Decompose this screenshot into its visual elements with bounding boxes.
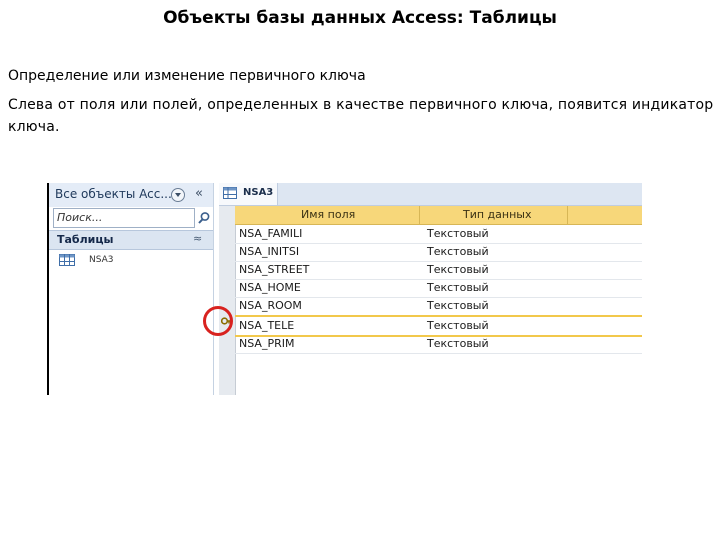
table-row[interactable]: NSA_ROOM Текстовый [235, 297, 642, 316]
field-name-cell[interactable]: NSA_INITSI [239, 245, 299, 258]
field-name-cell[interactable]: NSA_ROOM [239, 299, 302, 312]
table-icon [223, 187, 237, 199]
grid-header: Имя поля Тип данных [235, 206, 642, 225]
nav-item-nsa3[interactable]: NSA3 [59, 253, 209, 271]
table-row[interactable]: NSA_INITSI Текстовый [235, 243, 642, 262]
slide-title: Объекты базы данных Access: Таблицы [163, 8, 557, 28]
column-header-field-name[interactable]: Имя поля [301, 208, 355, 221]
data-type-cell[interactable]: Текстовый [427, 319, 489, 332]
access-screenshot: Все объекты Acc... « Поиск... Таблицы ≈ … [47, 183, 642, 395]
search-placeholder: Поиск... [57, 211, 103, 224]
table-row-selected[interactable]: NSA_TELE Текстовый [235, 315, 642, 337]
design-grid: Имя поля Тип данных NSA_FAMILI Текстовый… [219, 206, 642, 395]
data-type-cell[interactable]: Текстовый [427, 245, 489, 258]
table-row[interactable]: NSA_HOME Текстовый [235, 279, 642, 298]
highlight-circle [203, 306, 233, 336]
search-icon[interactable] [197, 211, 211, 225]
table-icon [59, 254, 75, 266]
nav-header-title: Все объекты Acc... [55, 187, 172, 201]
nav-item-label: NSA3 [89, 255, 114, 265]
field-name-cell[interactable]: NSA_FAMILI [239, 227, 302, 240]
dropdown-icon[interactable] [171, 188, 185, 202]
nav-group-label: Таблицы [57, 233, 114, 246]
body-text: Слева от поля или полей, определенных в … [8, 97, 714, 135]
column-divider [567, 206, 568, 224]
document-tab-strip: NSA3 [219, 183, 642, 206]
chevron-up-icon[interactable]: ≈ [193, 232, 202, 245]
field-name-cell[interactable]: NSA_HOME [239, 281, 301, 294]
field-name-cell[interactable]: NSA_STREET [239, 263, 309, 276]
tab-label: NSA3 [243, 187, 274, 198]
field-name-cell[interactable]: NSA_TELE [239, 319, 294, 332]
data-type-cell[interactable]: Текстовый [427, 263, 489, 276]
data-type-cell[interactable]: Текстовый [427, 337, 489, 350]
column-header-data-type[interactable]: Тип данных [463, 208, 531, 221]
collapse-icon[interactable]: « [195, 186, 203, 201]
tab-nsa3[interactable]: NSA3 [219, 183, 278, 205]
field-name-cell[interactable]: NSA_PRIM [239, 337, 294, 350]
data-type-cell[interactable]: Текстовый [427, 227, 489, 240]
navigation-pane: Все объекты Acc... « Поиск... Таблицы ≈ … [49, 183, 214, 395]
table-row[interactable]: NSA_STREET Текстовый [235, 261, 642, 280]
data-type-cell[interactable]: Текстовый [427, 299, 489, 312]
row-selector-column[interactable] [219, 206, 236, 395]
data-type-cell[interactable]: Текстовый [427, 281, 489, 294]
search-input[interactable]: Поиск... [53, 208, 195, 228]
table-row[interactable]: NSA_FAMILI Текстовый [235, 225, 642, 244]
column-divider [419, 206, 420, 224]
nav-header[interactable]: Все объекты Acc... « [49, 183, 213, 207]
nav-group-tables[interactable]: Таблицы ≈ [49, 230, 213, 250]
table-row[interactable]: NSA_PRIM Текстовый [235, 335, 642, 354]
section-subtitle: Определение или изменение первичного клю… [8, 68, 366, 84]
